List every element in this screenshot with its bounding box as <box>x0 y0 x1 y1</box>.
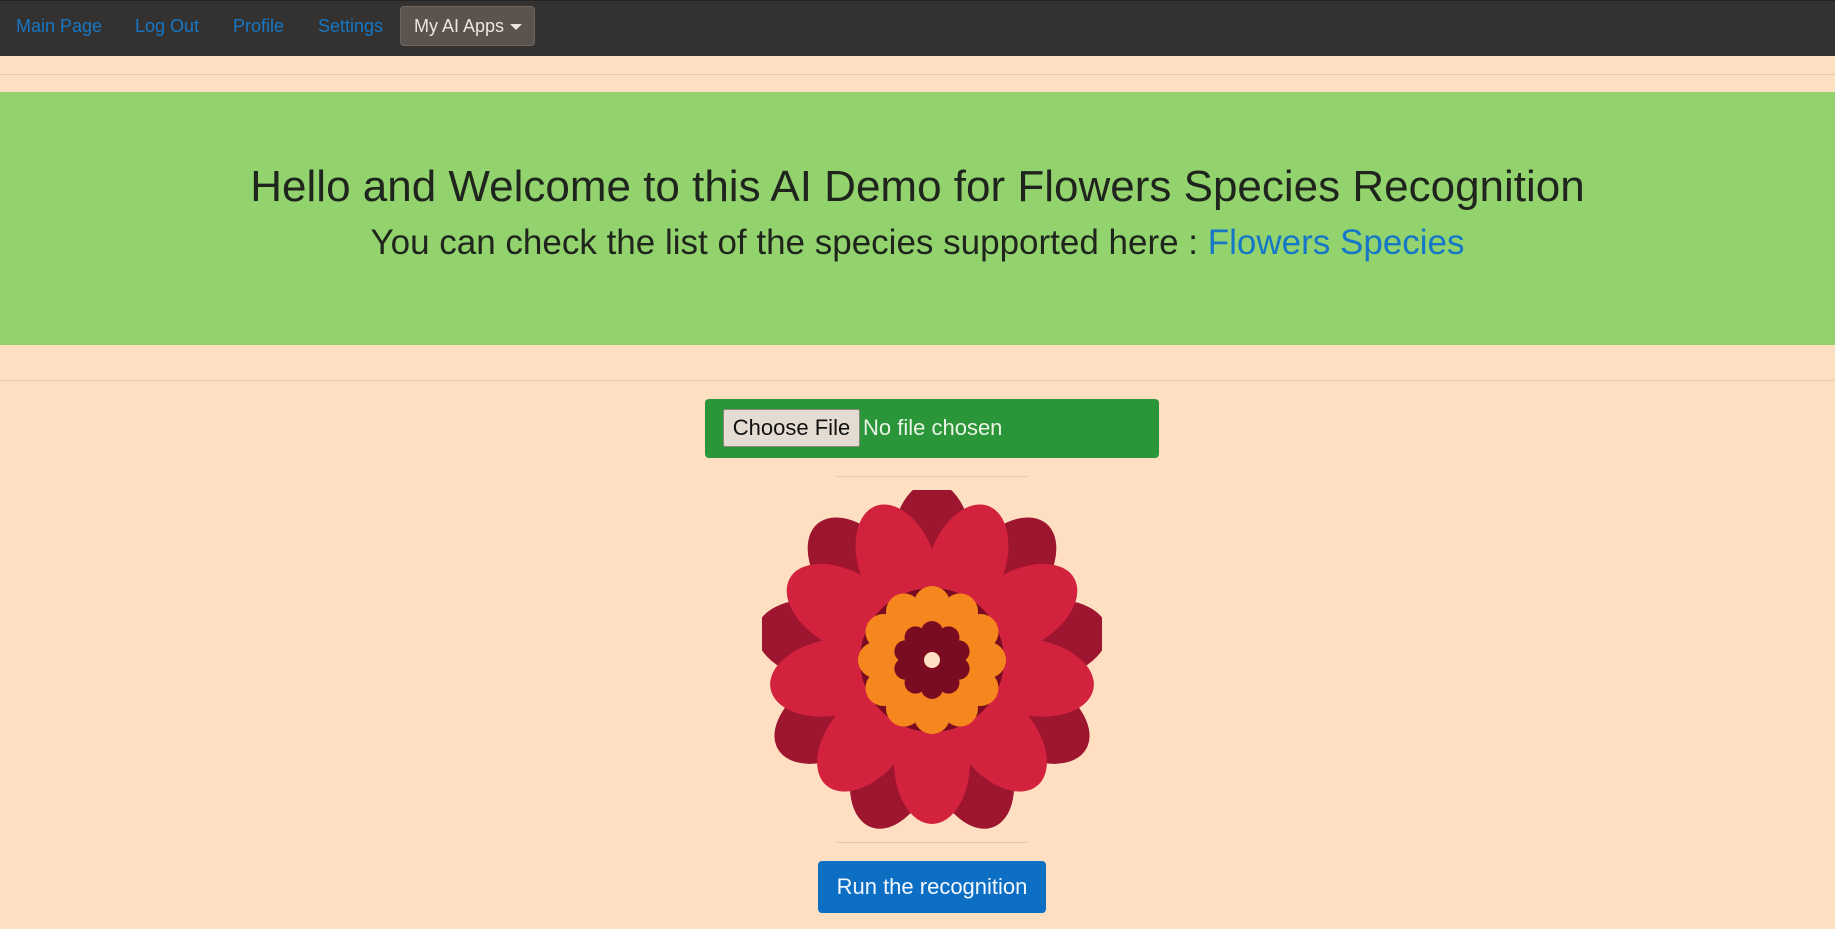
flowers-species-link[interactable]: Flowers Species <box>1208 223 1465 262</box>
choose-file-button[interactable]: Choose File <box>723 409 860 447</box>
nav-link-settings[interactable]: Settings <box>318 16 383 37</box>
hero-title: Hello and Welcome to this AI Demo for Fl… <box>250 162 1585 211</box>
file-upload-field: Choose File No file chosen <box>705 399 1159 458</box>
hero-subtitle: You can check the list of the species su… <box>0 223 1835 263</box>
nav-link-profile[interactable]: Profile <box>233 16 284 37</box>
hero-banner <box>0 92 1835 345</box>
nav-link-main-page[interactable]: Main Page <box>16 16 102 37</box>
caret-down-icon <box>510 24 522 30</box>
hero-subtitle-text: You can check the list of the species su… <box>370 223 1208 262</box>
dropdown-label: My AI Apps <box>414 16 505 36</box>
image-bottom-divider <box>837 842 1027 843</box>
nav-link-log-out[interactable]: Log Out <box>135 16 199 37</box>
file-status-text: No file chosen <box>863 415 1003 440</box>
run-recognition-button[interactable]: Run the recognition <box>818 861 1046 913</box>
top-navbar: Main Page Log Out Profile Settings My AI… <box>0 0 1835 56</box>
my-ai-apps-dropdown[interactable]: My AI Apps <box>400 6 535 46</box>
image-top-divider <box>837 476 1027 477</box>
flower-icon <box>762 490 1102 829</box>
divider <box>0 380 1835 381</box>
divider <box>0 74 1835 75</box>
